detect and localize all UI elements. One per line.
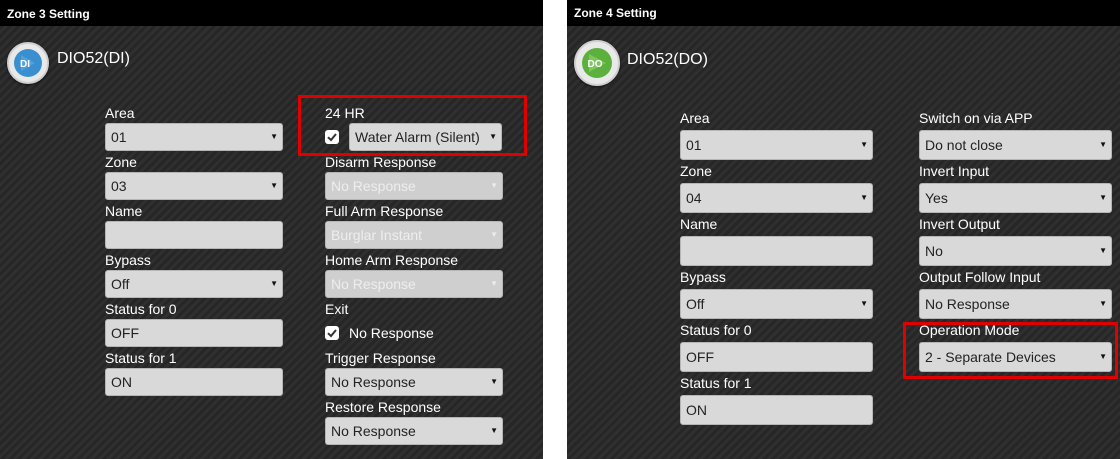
full-arm-value: Burglar Instant <box>331 227 423 243</box>
checkmark-icon <box>327 329 337 338</box>
device-name: DIO52(DI) <box>57 50 130 67</box>
panel-title: Zone 3 Setting <box>7 7 90 21</box>
status0-value: OFF <box>686 349 714 365</box>
area-label: Area <box>105 105 135 121</box>
bypass-value: Off <box>686 296 705 312</box>
zone-label: Zone <box>680 163 712 179</box>
invert-input-select[interactable]: Yes ▼ <box>919 183 1112 213</box>
caret-down-icon: ▼ <box>860 193 868 202</box>
zone4-setting-panel: Zone 4 Setting DO DIO52(DO) Area 01 ▼ Zo… <box>567 0 1120 459</box>
status0-input[interactable]: OFF <box>680 342 873 372</box>
restore-select[interactable]: No Response ▼ <box>325 417 503 445</box>
device-name: DIO52(DO) <box>627 51 708 68</box>
trigger-value: No Response <box>331 374 416 390</box>
caret-down-icon: ▼ <box>1099 299 1107 308</box>
zone-label: Zone <box>105 154 137 170</box>
area-select[interactable]: 01 ▼ <box>680 130 873 160</box>
switch-app-select[interactable]: Do not close ▼ <box>919 130 1112 160</box>
output-follow-select[interactable]: No Response ▼ <box>919 289 1112 319</box>
caret-down-icon: ▼ <box>270 181 278 190</box>
caret-down-icon: ▼ <box>1099 140 1107 149</box>
restore-value: No Response <box>331 423 416 439</box>
status1-value: ON <box>686 402 707 418</box>
area-label: Area <box>680 110 710 126</box>
status0-value: OFF <box>111 325 139 341</box>
exit-label: Exit <box>325 301 349 317</box>
trigger-label: Trigger Response <box>325 350 436 366</box>
invert-output-label: Invert Output <box>919 216 1000 232</box>
name-input[interactable] <box>105 221 283 249</box>
zone3-setting-panel: Zone 3 Setting DI DIO52(DI) Area 01 ▼ Zo… <box>0 0 543 459</box>
caret-down-icon: ▼ <box>490 181 498 190</box>
status1-input[interactable]: ON <box>680 395 873 425</box>
full-arm-select[interactable]: Burglar Instant ▼ <box>325 221 503 249</box>
area-value: 01 <box>111 129 127 145</box>
invert-input-value: Yes <box>925 190 948 206</box>
invert-output-value: No <box>925 243 943 259</box>
caret-down-icon: ▼ <box>270 279 278 288</box>
zone-select[interactable]: 03 ▼ <box>105 172 283 200</box>
caret-down-icon: ▼ <box>490 230 498 239</box>
bypass-select[interactable]: Off ▼ <box>105 270 283 298</box>
output-follow-value: No Response <box>925 296 1010 312</box>
exit-checkbox[interactable] <box>325 326 339 340</box>
di-device-icon: DI <box>7 42 49 84</box>
switch-app-value: Do not close <box>925 137 1003 153</box>
caret-down-icon: ▼ <box>860 140 868 149</box>
trigger-select[interactable]: No Response ▼ <box>325 368 503 396</box>
status1-label: Status for 1 <box>105 350 177 366</box>
home-arm-value: No Response <box>331 276 416 292</box>
caret-down-icon: ▼ <box>1099 193 1107 202</box>
full-arm-label: Full Arm Response <box>325 203 444 219</box>
disarm-select[interactable]: No Response ▼ <box>325 172 503 200</box>
panel-titlebar: Zone 4 Setting <box>567 0 1120 26</box>
home-arm-label: Home Arm Response <box>325 252 459 268</box>
bypass-label: Bypass <box>105 252 151 268</box>
restore-label: Restore Response <box>325 399 441 415</box>
area-select[interactable]: 01 ▼ <box>105 123 283 151</box>
disarm-value: No Response <box>331 178 416 194</box>
svg-text:DI: DI <box>20 59 30 70</box>
output-follow-label: Output Follow Input <box>919 269 1041 285</box>
caret-down-icon: ▼ <box>490 279 498 288</box>
caret-down-icon: ▼ <box>1099 246 1107 255</box>
status0-input[interactable]: OFF <box>105 319 283 347</box>
caret-down-icon: ▼ <box>490 377 498 386</box>
status0-label: Status for 0 <box>105 301 177 317</box>
operation-mode-highlight-box <box>903 322 1118 379</box>
status1-value: ON <box>111 374 132 390</box>
zone-select[interactable]: 04 ▼ <box>680 183 873 213</box>
status0-label: Status for 0 <box>680 322 752 338</box>
invert-output-select[interactable]: No ▼ <box>919 236 1112 266</box>
bypass-value: Off <box>111 276 130 292</box>
home-arm-select[interactable]: No Response ▼ <box>325 270 503 298</box>
disarm-label: Disarm Response <box>325 154 437 170</box>
invert-input-label: Invert Input <box>919 163 990 179</box>
name-label: Name <box>680 216 718 232</box>
exit-value: No Response <box>349 325 434 341</box>
name-label: Name <box>105 203 143 219</box>
area-value: 01 <box>686 137 702 153</box>
do-arrow-icon: DO <box>582 48 612 78</box>
bypass-select[interactable]: Off ▼ <box>680 289 873 319</box>
bypass-label: Bypass <box>680 269 726 285</box>
status1-input[interactable]: ON <box>105 368 283 396</box>
caret-down-icon: ▼ <box>270 132 278 141</box>
caret-down-icon: ▼ <box>490 426 498 435</box>
panel-title: Zone 4 Setting <box>574 6 657 20</box>
hr24-highlight-box <box>298 95 527 156</box>
zone-value: 03 <box>111 178 127 194</box>
di-arrow-icon: DI <box>14 49 42 77</box>
switch-app-label: Switch on via APP <box>919 110 1033 126</box>
caret-down-icon: ▼ <box>860 299 868 308</box>
name-input[interactable] <box>680 236 873 266</box>
zone-value: 04 <box>686 190 702 206</box>
panel-titlebar: Zone 3 Setting <box>0 0 543 26</box>
status1-label: Status for 1 <box>680 375 752 391</box>
do-device-icon: DO <box>574 40 620 86</box>
svg-text:DO: DO <box>588 59 603 70</box>
